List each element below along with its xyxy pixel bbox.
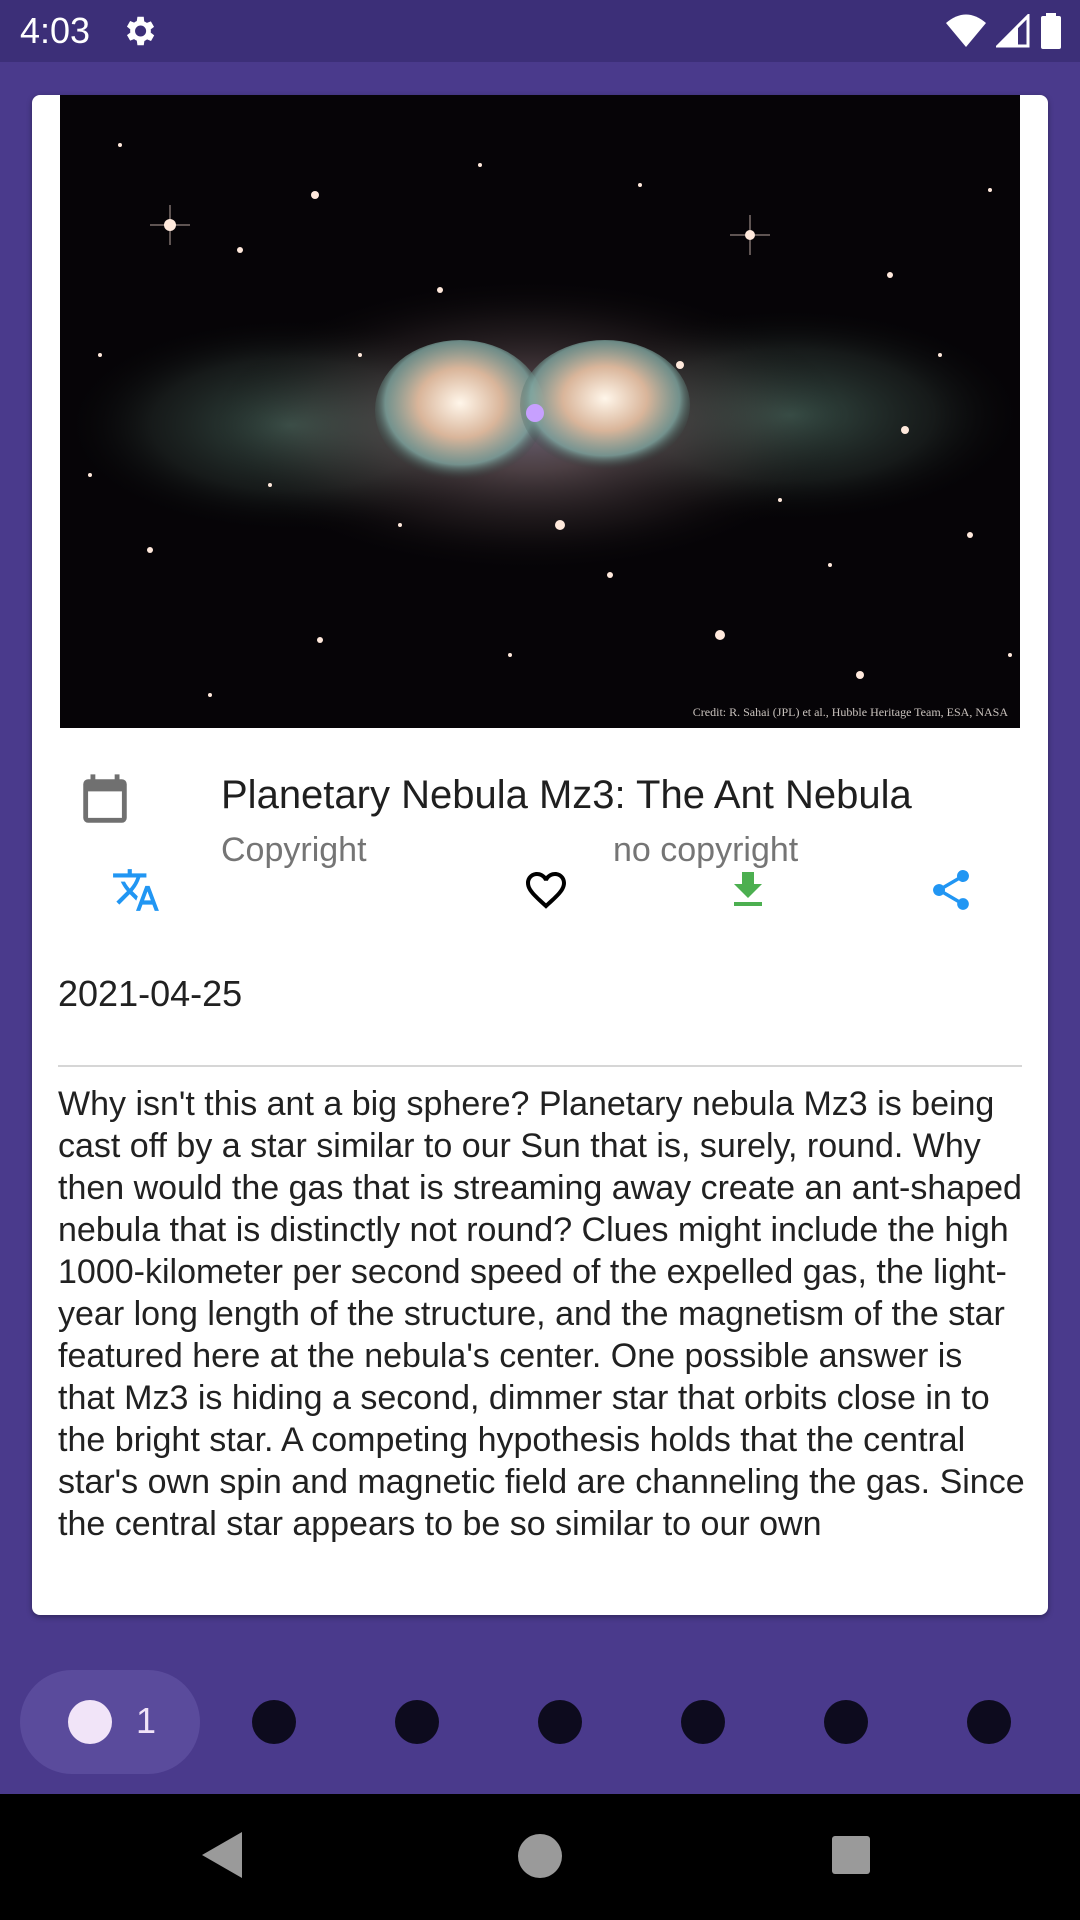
battery-icon xyxy=(1041,13,1061,49)
system-nav-bar xyxy=(0,1794,1080,1920)
download-icon xyxy=(734,872,762,906)
page-dot-2[interactable] xyxy=(252,1700,296,1744)
page-dot-7[interactable] xyxy=(967,1700,1011,1744)
copyright-label: Copyright xyxy=(221,831,367,869)
nebula-picture xyxy=(60,95,1020,728)
calendar-icon[interactable] xyxy=(76,772,134,830)
share-icon xyxy=(933,870,969,910)
status-time: 4:03 xyxy=(20,10,91,51)
recents-icon[interactable] xyxy=(832,1836,870,1874)
wifi-icon xyxy=(946,14,986,47)
heart-icon xyxy=(526,872,566,909)
page-dot-6[interactable] xyxy=(824,1700,868,1744)
share-button[interactable] xyxy=(923,862,979,918)
apod-date: 2021-04-25 xyxy=(58,973,243,1014)
home-icon[interactable] xyxy=(518,1834,562,1878)
image-credit: Credit: R. Sahai (JPL) et al., Hubble He… xyxy=(692,705,1008,719)
page-indicator: 1 xyxy=(0,1660,1080,1784)
download-button[interactable] xyxy=(720,862,776,918)
apod-explanation: Why isn't this ant a big sphere? Planeta… xyxy=(58,1085,1025,1543)
active-page-dot xyxy=(68,1700,112,1744)
apod-image[interactable]: Credit: R. Sahai (JPL) et al., Hubble He… xyxy=(60,95,1020,728)
apod-title: Planetary Nebula Mz3: The Ant Nebula xyxy=(221,773,912,817)
status-bar: 4:03 xyxy=(0,0,1080,62)
page-dot-4[interactable] xyxy=(538,1700,582,1744)
translate-icon xyxy=(113,869,159,911)
favorite-button[interactable] xyxy=(518,862,574,918)
page-dot-5[interactable] xyxy=(681,1700,725,1744)
apod-card: Credit: R. Sahai (JPL) et al., Hubble He… xyxy=(32,95,1048,1615)
divider xyxy=(58,1065,1022,1067)
translate-button[interactable] xyxy=(108,862,164,918)
page-dot-3[interactable] xyxy=(395,1700,439,1744)
settings-icon xyxy=(126,16,155,46)
page-indicator-active[interactable]: 1 xyxy=(20,1670,200,1774)
back-icon[interactable] xyxy=(200,1830,244,1880)
signal-icon xyxy=(996,14,1030,48)
active-page-number: 1 xyxy=(136,1700,157,1741)
